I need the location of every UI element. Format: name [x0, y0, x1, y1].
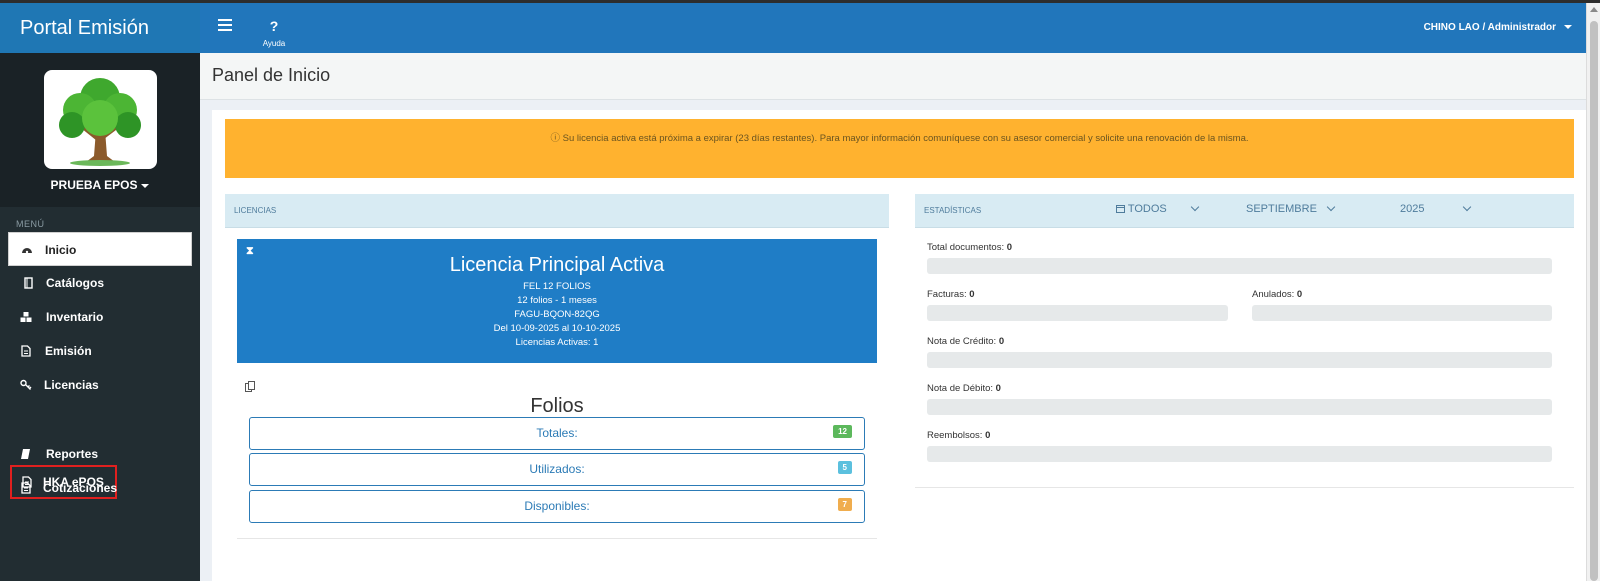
- scroll-up-icon[interactable]: [1590, 7, 1598, 12]
- question-icon: ?: [269, 18, 279, 34]
- user-name: CHINO LAO / Administrador: [1423, 22, 1556, 33]
- stat-reembolsos-value: 0: [985, 430, 991, 441]
- license-active-count: Licencias Activas: 1: [515, 337, 599, 348]
- sidebar-item-inicio[interactable]: Inicio: [8, 232, 192, 266]
- license-detail: 12 folios - 1 meses: [517, 295, 597, 306]
- menu-toggle-icon[interactable]: [218, 19, 232, 33]
- stat-debito-bar: [927, 399, 1552, 415]
- main-content: Panel de Inicio ⓘ Su licencia activa est…: [200, 53, 1586, 581]
- dashboard-box: ⓘ Su licencia activa está próxima a expi…: [212, 110, 1586, 581]
- estadisticas-header: ESTADÍSTICAS: [924, 206, 982, 215]
- folio-row-utilizados[interactable]: Utilizados: 5: [249, 453, 865, 486]
- calendar-icon: [1116, 205, 1125, 213]
- licencias-panel-header: LICENCIAS: [225, 194, 889, 228]
- license-period: Del 10-09-2025 al 10-10-2025: [493, 323, 621, 334]
- dashboard-icon: [22, 248, 32, 254]
- sidebar-item-cotizaciones[interactable]: Cotizaciones: [8, 471, 192, 505]
- sidebar-item-label: Inventario: [46, 310, 104, 324]
- stat-total-value: 0: [1006, 242, 1013, 253]
- stat-reembolsos: Reembolsos: 0: [927, 430, 991, 441]
- folios-title: Folios: [530, 395, 584, 417]
- sidebar-item-label: Inicio: [45, 243, 77, 257]
- folio-label: Totales:: [536, 426, 578, 440]
- stat-facturas: Facturas: 0: [927, 289, 975, 300]
- book-icon: [24, 277, 33, 289]
- month-select-value: SEPTIEMBRE: [1246, 203, 1317, 215]
- month-select[interactable]: SEPTIEMBRE: [1246, 194, 1336, 224]
- year-select-value: 2025: [1400, 203, 1425, 215]
- year-select[interactable]: 2025: [1400, 194, 1471, 224]
- app-brand[interactable]: Portal Emisión: [0, 3, 200, 53]
- sidebar-item-label: Licencias: [44, 378, 99, 392]
- org-dropdown[interactable]: PRUEBA EPOS: [0, 178, 200, 192]
- folio-row-totales[interactable]: Totales: 12: [249, 417, 865, 450]
- scrollbar-thumb[interactable]: [1590, 21, 1598, 581]
- stat-credito-value: 0: [998, 336, 1005, 347]
- sidebar-item-licencias[interactable]: Licencias: [8, 368, 192, 402]
- alert-text: ⓘ Su licencia activa está próxima a expi…: [550, 133, 1249, 144]
- tree-logo-icon: [44, 70, 157, 169]
- folios-box: Folios Totales: 12 Utilizados: 5 Disponi…: [237, 373, 877, 539]
- stat-anulados-bar: [1252, 305, 1552, 321]
- page-title: Panel de Inicio: [212, 65, 331, 85]
- hourglass-icon: ⧗: [246, 245, 254, 257]
- stat-facturas-bar: [927, 305, 1228, 321]
- type-select[interactable]: TODOS: [1116, 194, 1200, 224]
- stat-anulados: Anulados: 0: [1252, 289, 1303, 300]
- caret-down-icon: [141, 183, 150, 188]
- copy-icon: [245, 381, 255, 392]
- folio-badge: 5: [837, 461, 852, 474]
- license-title: Licencia Principal Activa: [449, 254, 665, 276]
- page-scrollbar[interactable]: [1586, 3, 1600, 581]
- sidebar-item-label: Cotizaciones: [43, 481, 118, 495]
- folio-label: Utilizados:: [529, 462, 585, 476]
- sidebar-item-label: Reportes: [46, 447, 99, 461]
- stat-credito: Nota de Crédito: 0: [927, 336, 1005, 347]
- stat-reembolsos-bar: [927, 446, 1552, 462]
- stat-credito-bar: [927, 352, 1552, 368]
- stat-debito-value: 0: [995, 383, 1001, 394]
- menu-header: MENÚ: [16, 219, 45, 229]
- key-icon: [20, 379, 32, 390]
- chevron-down-icon: [1326, 202, 1336, 212]
- stat-debito: Nota de Débito: 0: [927, 383, 1001, 394]
- book-icon: [21, 449, 30, 459]
- stats-body: Total documentos: 0 Facturas: 0 Anulados…: [915, 228, 1574, 488]
- sidebar-item-emision[interactable]: Emisión: [8, 334, 192, 368]
- stat-anulados-value: 0: [1296, 289, 1303, 300]
- caret-down-icon: [1564, 25, 1572, 30]
- folio-label: Disponibles:: [524, 499, 590, 513]
- folio-badge: 7: [837, 498, 852, 511]
- sidebar-item-catalogos[interactable]: Catálogos: [8, 266, 192, 300]
- folio-badge: 12: [833, 425, 852, 438]
- license-card: ⧗ Licencia Principal Activa FEL 12 FOLIO…: [237, 239, 877, 363]
- sidebar: PRUEBA EPOS MENÚ Inicio Catálogos Invent…: [0, 53, 200, 581]
- sidebar-item-label: Emisión: [45, 344, 92, 358]
- licencias-header: LICENCIAS: [234, 206, 277, 215]
- license-expiry-alert: ⓘ Su licencia activa está próxima a expi…: [225, 119, 1574, 178]
- type-select-value: TODOS: [1127, 203, 1167, 215]
- stat-total-bar: [927, 258, 1552, 274]
- license-plan: FEL 12 FOLIOS: [523, 281, 591, 292]
- help-label: Ayuda: [262, 39, 286, 48]
- title-bar: Panel de Inicio: [200, 53, 1586, 100]
- stat-facturas-value: 0: [969, 289, 975, 300]
- top-navbar: ? Ayuda CHINO LAO / Administrador: [200, 3, 1600, 53]
- org-panel: PRUEBA EPOS: [0, 53, 200, 207]
- license-code: FAGU-BQON-82QG: [514, 309, 600, 320]
- sidebar-item-inventario[interactable]: Inventario: [8, 300, 192, 334]
- help-button[interactable]: ? Ayuda: [262, 19, 286, 48]
- folio-row-disponibles[interactable]: Disponibles: 7: [249, 490, 865, 523]
- document-icon: [21, 482, 31, 494]
- sidebar-item-label: Catálogos: [46, 276, 105, 290]
- chevron-down-icon: [1462, 202, 1471, 212]
- user-menu[interactable]: CHINO LAO / Administrador: [1424, 3, 1572, 53]
- chevron-down-icon: [1190, 202, 1200, 212]
- estadisticas-panel-header: ESTADÍSTICAS TODOS SEPTIEMBRE 2025: [915, 194, 1574, 228]
- org-name: PRUEBA EPOS: [50, 178, 138, 192]
- document-icon: [21, 345, 31, 357]
- cubes-icon: [20, 312, 32, 322]
- stat-total: Total documentos: 0: [927, 242, 1013, 253]
- sidebar-item-reportes[interactable]: Reportes: [8, 437, 192, 471]
